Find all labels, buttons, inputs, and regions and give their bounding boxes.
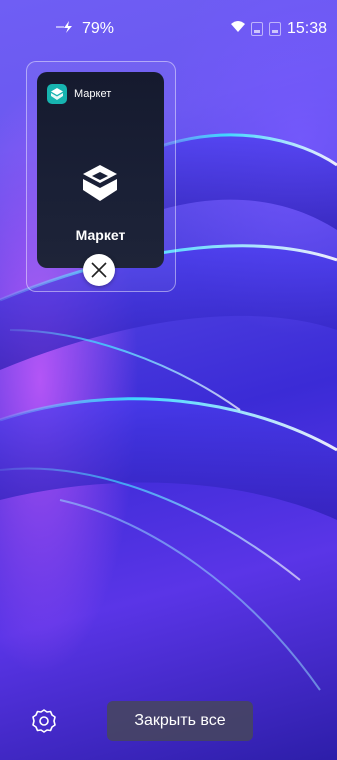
recent-apps-screen: 79% 15:38 Маркет Маркет Закрыть все: [0, 0, 337, 760]
status-right: 15:38: [230, 20, 327, 38]
sim2-icon: [268, 22, 281, 36]
status-bar: 79% 15:38: [0, 0, 337, 44]
gear-icon: [32, 709, 56, 733]
app-name-large: Маркет: [75, 227, 126, 243]
charging-icon: [56, 20, 78, 38]
battery-percentage: 79%: [82, 20, 115, 37]
close-all-button[interactable]: Закрыть все: [107, 701, 253, 741]
close-icon: [91, 262, 107, 278]
market-app-icon: [47, 84, 67, 104]
wifi-icon: [230, 20, 245, 38]
settings-button[interactable]: [28, 705, 60, 737]
close-app-button[interactable]: [83, 254, 115, 286]
clock: 15:38: [286, 20, 327, 37]
market-logo-icon: [80, 163, 120, 203]
sim1-icon: [250, 22, 263, 36]
app-card-title: Маркет: [74, 88, 112, 100]
status-left: 79%: [56, 20, 114, 38]
